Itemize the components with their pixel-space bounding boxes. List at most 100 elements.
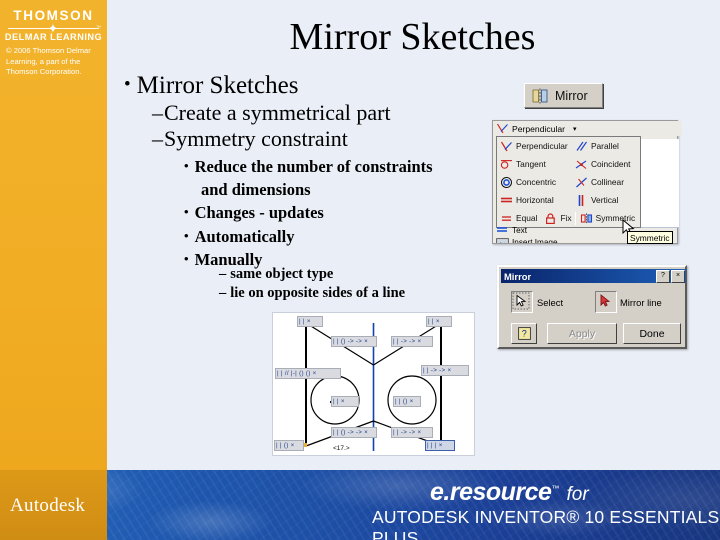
outline-level4-label: same object type [230, 266, 334, 282]
constraint-row: Concentric Collinear [497, 173, 640, 191]
constraint-chip[interactable]: | | -> -> × [421, 365, 469, 376]
tooltip-label: Symmetric [630, 232, 670, 243]
constraint-dropdown-header[interactable]: Perpendicular ▾ [493, 121, 682, 136]
constraint-item-parallel[interactable]: Parallel [573, 140, 640, 153]
constraint-chip[interactable]: | | // |-| () () × [275, 368, 341, 379]
constraint-item-coincident[interactable]: Coincident [573, 158, 640, 171]
dimension-label[interactable]: <17.> [333, 445, 350, 452]
outline-level1-label: Mirror Sketches [136, 72, 299, 99]
constraint-item-text[interactable]: Text [496, 226, 639, 235]
outline-level3-label: Automatically [194, 226, 295, 246]
bullet-glyph: • [124, 74, 131, 95]
text-icon [496, 226, 509, 235]
dash-glyph: – [152, 126, 163, 151]
delmar-learning-wordmark: DELMAR LEARNING [4, 32, 103, 42]
bullet-glyph: • [184, 251, 189, 267]
outline-level4-item: – lie on opposite sides of a line [219, 284, 405, 303]
tooltip: Symmetric [627, 231, 673, 244]
outline-level3-item: • Automatically [184, 225, 484, 249]
bullet-glyph: • [184, 227, 189, 243]
eresource-logo: e.resource ™ for [430, 478, 589, 507]
constraint-panel-tail: Text Insert Image... [496, 226, 639, 243]
select-tool-button[interactable] [511, 291, 533, 313]
eresource-wordmark: e.resource [430, 478, 552, 506]
outline-level3-label-continued: and dimensions [201, 179, 311, 199]
constraint-label: Insert Image... [512, 238, 565, 243]
constraint-chip[interactable]: | | × [331, 396, 359, 407]
apply-button-label: Apply [568, 327, 596, 340]
tangent-icon [500, 158, 513, 171]
constraint-label: Parallel [590, 141, 619, 151]
constraint-chip[interactable]: | | -> -> × [391, 336, 433, 347]
apply-button[interactable]: Apply [547, 323, 617, 344]
perpendicular-icon [496, 122, 509, 135]
horizontal-icon [500, 194, 513, 207]
done-button-label: Done [639, 327, 665, 340]
outline-level4-group: – same object type – lie on opposite sides… [219, 265, 405, 302]
constraint-chip[interactable]: | | () × [393, 396, 421, 407]
dash-glyph: – [219, 284, 227, 301]
mirror-dialog[interactable]: Mirror ? × Select Mirror line ? Apply Do… [497, 265, 687, 349]
constraint-item-insert-image[interactable]: Insert Image... [496, 237, 639, 243]
outline-level3-label: Changes - updates [194, 203, 324, 223]
constraint-item-horizontal[interactable]: Horizontal [497, 194, 573, 207]
outline-level2-group: –Create a symmetrical part –Symmetry con… [152, 100, 391, 152]
mirror-toolbar-button-label: Mirror [555, 88, 588, 103]
mirror-dialog-titlebar[interactable]: Mirror ? × [501, 269, 686, 283]
chevron-down-icon[interactable]: ▾ [573, 125, 577, 133]
constraint-item-perpendicular[interactable]: Perpendicular [497, 140, 573, 153]
help-button[interactable]: ? [511, 323, 537, 344]
constraint-chip[interactable]: | | -> -> × [391, 427, 433, 438]
outline-level4-item: – same object type [219, 265, 405, 284]
symmetric-icon [580, 212, 593, 225]
product-line-label: AUTODESK INVENTOR® 10 ESSENTIALS PLUS [372, 507, 720, 540]
constraint-item-equal[interactable]: Equal [497, 212, 542, 225]
outline-level3-group: • Reduce the number of constraints and di… [184, 155, 484, 272]
constraint-row: Tangent Coincident [497, 155, 640, 173]
mirror-icon [532, 88, 548, 104]
constraint-item-tangent[interactable]: Tangent [497, 158, 573, 171]
done-button[interactable]: Done [623, 323, 681, 344]
page-title: Mirror Sketches [289, 16, 536, 58]
constraint-chip[interactable]: | | × [297, 316, 323, 327]
perpendicular-icon [500, 140, 513, 153]
concentric-icon [500, 176, 513, 189]
close-icon[interactable]: × [671, 269, 685, 283]
constraint-item-fix[interactable]: Fix [542, 212, 574, 225]
constraint-item-concentric[interactable]: Concentric [497, 176, 573, 189]
parallel-icon [575, 140, 588, 153]
vertical-icon [575, 194, 588, 207]
outline-level2-item: –Create a symmetrical part [152, 100, 391, 126]
bullet-glyph: • [184, 204, 189, 220]
constraint-label: Text [512, 226, 528, 235]
for-word: for [566, 484, 589, 505]
mirror-line-tool-label: Mirror line [620, 297, 662, 308]
constraint-flyout-panel[interactable]: Perpendicular ▾ Perpendicular Parallel T… [492, 120, 682, 244]
cad-sketch-screenshot[interactable]: | | × | | × | | () -> -> × | | -> -> × |… [272, 312, 475, 456]
select-tool-label: Select [537, 297, 564, 308]
outline-level3-item: • Reduce the number of constraints and di… [184, 155, 484, 201]
constraint-chip[interactable]: | | × [426, 316, 452, 327]
constraint-label: Fix [560, 213, 572, 223]
constraint-label: Collinear [590, 177, 624, 187]
constraint-chip[interactable]: | | () × [274, 440, 304, 451]
mirror-dialog-title: Mirror [504, 270, 532, 282]
constraint-label: Tangent [516, 159, 546, 169]
constraint-chip[interactable]: | | | × [425, 440, 455, 451]
outline-level4-label: lie on opposite sides of a line [230, 284, 406, 301]
help-titlebar-button[interactable]: ? [656, 269, 670, 283]
slide-canvas: THOMSON ✦ ™ DELMAR LEARNING © 2006 Thoms… [0, 0, 720, 540]
collinear-icon [575, 176, 588, 189]
constraint-chip[interactable]: | | () -> -> × [331, 336, 377, 347]
constraint-chip[interactable]: | | () -> -> × [331, 427, 377, 438]
mirror-line-tool-button[interactable] [595, 291, 617, 313]
outline-level3-label: Reduce the number of constraints [194, 157, 433, 176]
mirror-toolbar-button[interactable]: Mirror [524, 83, 603, 108]
constraint-item-collinear[interactable]: Collinear [573, 176, 640, 189]
constraint-label: Concentric [516, 177, 557, 187]
constraint-dropdown-header-label: Perpendicular [512, 123, 566, 134]
brand-sidebar: THOMSON ✦ ™ DELMAR LEARNING © 2006 Thoms… [0, 0, 107, 540]
outline-level2-label: Symmetry constraint [164, 126, 348, 151]
equal-icon [500, 212, 513, 225]
constraint-item-vertical[interactable]: Vertical [573, 194, 640, 207]
